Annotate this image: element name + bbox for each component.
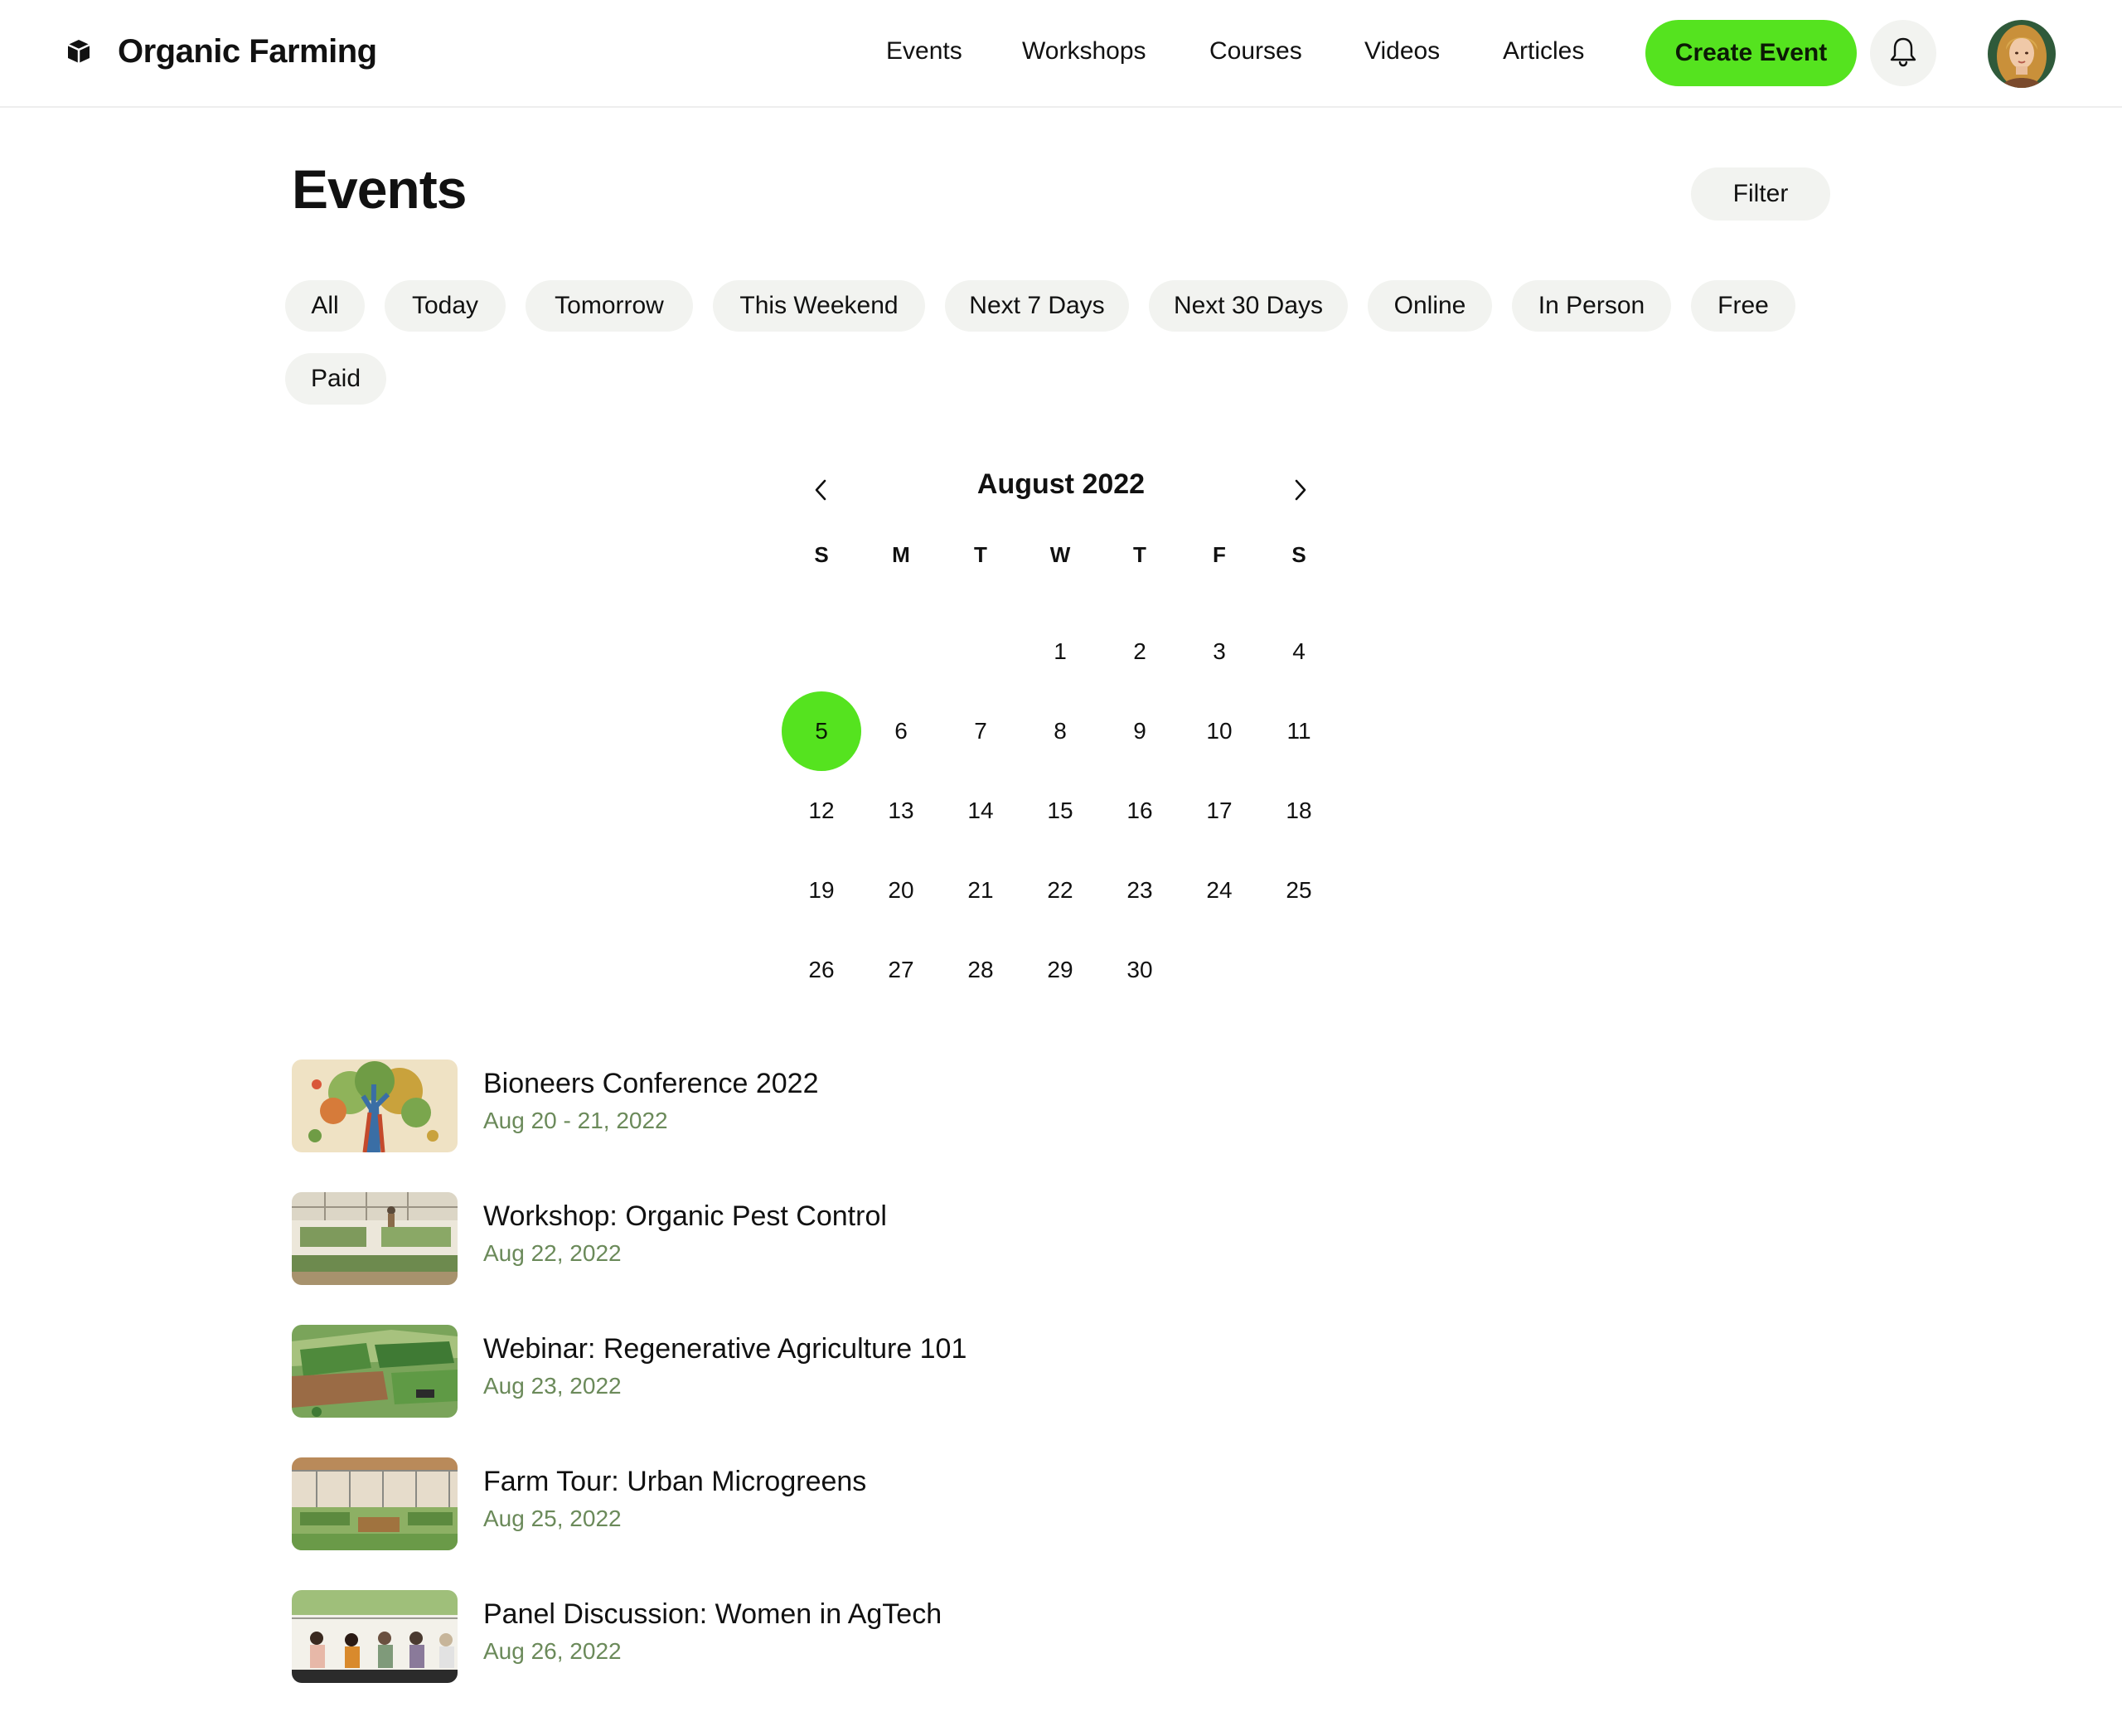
event-title: Panel Discussion: Women in AgTech xyxy=(483,1598,942,1630)
calendar-day[interactable]: 18 xyxy=(1259,771,1339,851)
calendar-day[interactable]: 23 xyxy=(1100,851,1180,930)
weekday-label: S xyxy=(1291,542,1306,567)
event-date: Aug 22, 2022 xyxy=(483,1240,622,1266)
calendar-day[interactable]: 25 xyxy=(1259,851,1339,930)
chip-next-7-days[interactable]: Next 7 Days xyxy=(945,280,1129,332)
chip-all[interactable]: All xyxy=(285,280,365,332)
prev-month-button[interactable] xyxy=(797,467,846,516)
calendar-day[interactable]: 17 xyxy=(1180,771,1259,851)
calendar-day[interactable]: 28 xyxy=(941,930,1020,1010)
brand[interactable]: Organic Farming xyxy=(65,28,377,75)
weekday-label: T xyxy=(1133,542,1146,567)
chip-paid[interactable]: Paid xyxy=(285,353,386,405)
event-thumbnail xyxy=(292,1060,458,1152)
calendar-day[interactable]: 9 xyxy=(1100,691,1180,771)
weekday-label: T xyxy=(974,542,987,567)
event-title: Webinar: Regenerative Agriculture 101 xyxy=(483,1333,967,1365)
event-date: Aug 20 - 21, 2022 xyxy=(483,1108,668,1133)
next-month-button[interactable] xyxy=(1275,467,1325,516)
event-item[interactable]: Bioneers Conference 2022 Aug 20 - 21, 20… xyxy=(292,1060,1038,1152)
calendar-day[interactable]: 29 xyxy=(1020,930,1100,1010)
chip-free[interactable]: Free xyxy=(1691,280,1795,332)
calendar-day[interactable]: 13 xyxy=(861,771,941,851)
top-navbar: Organic Farming Events Workshops Courses… xyxy=(0,0,2122,108)
page-title: Events xyxy=(292,158,467,220)
weekday-label: F xyxy=(1213,542,1226,567)
calendar-day[interactable]: 4 xyxy=(1259,612,1339,691)
event-thumbnail xyxy=(292,1325,458,1418)
nav-link-workshops[interactable]: Workshops xyxy=(1022,30,1146,73)
event-date: Aug 25, 2022 xyxy=(483,1506,622,1531)
event-item[interactable]: Webinar: Regenerative Agriculture 101 Au… xyxy=(292,1325,1038,1418)
event-item[interactable]: Panel Discussion: Women in AgTech Aug 26… xyxy=(292,1590,1038,1683)
calendar-day[interactable]: 16 xyxy=(1100,771,1180,851)
calendar-day[interactable]: 12 xyxy=(782,771,861,851)
event-date: Aug 23, 2022 xyxy=(483,1373,622,1399)
calendar-day[interactable]: 2 xyxy=(1100,612,1180,691)
nav-link-videos[interactable]: Videos xyxy=(1364,30,1440,73)
chip-this-weekend[interactable]: This Weekend xyxy=(713,280,925,332)
event-title: Bioneers Conference 2022 xyxy=(483,1068,819,1099)
filter-button[interactable]: Filter xyxy=(1691,167,1830,221)
calendar-month-label: August 2022 xyxy=(976,468,1146,500)
calendar-day[interactable]: 8 xyxy=(1020,691,1100,771)
event-thumbnail xyxy=(292,1457,458,1550)
weekday-label: S xyxy=(814,542,829,567)
chip-online[interactable]: Online xyxy=(1368,280,1492,332)
calendar-day[interactable]: 6 xyxy=(861,691,941,771)
chevron-right-icon xyxy=(1290,478,1310,507)
weekday-label: M xyxy=(892,542,910,567)
event-date: Aug 26, 2022 xyxy=(483,1638,622,1664)
event-title: Workshop: Organic Pest Control xyxy=(483,1200,887,1232)
event-item[interactable]: Farm Tour: Urban Microgreens Aug 25, 202… xyxy=(292,1457,1038,1550)
chevron-left-icon xyxy=(811,478,831,507)
calendar-day[interactable]: 26 xyxy=(782,930,861,1010)
chip-in-person[interactable]: In Person xyxy=(1512,280,1671,332)
chip-next-30-days[interactable]: Next 30 Days xyxy=(1149,280,1348,332)
brand-name: Organic Farming xyxy=(118,32,377,70)
calendar-day[interactable]: 10 xyxy=(1180,691,1259,771)
calendar-day[interactable]: 22 xyxy=(1020,851,1100,930)
cube-icon xyxy=(65,37,93,65)
calendar-day[interactable]: 3 xyxy=(1180,612,1259,691)
calendar-day[interactable]: 27 xyxy=(861,930,941,1010)
calendar-day[interactable]: 1 xyxy=(1020,612,1100,691)
user-avatar[interactable] xyxy=(1988,20,2056,88)
create-event-button[interactable]: Create Event xyxy=(1645,20,1857,86)
notifications-button[interactable] xyxy=(1870,20,1936,86)
nav-link-courses[interactable]: Courses xyxy=(1209,30,1302,73)
calendar-day[interactable]: 20 xyxy=(861,851,941,930)
weekday-label: W xyxy=(1049,542,1071,567)
event-thumbnail xyxy=(292,1590,458,1683)
calendar-day[interactable]: 15 xyxy=(1020,771,1100,851)
event-item[interactable]: Workshop: Organic Pest Control Aug 22, 2… xyxy=(292,1192,1038,1285)
bell-icon xyxy=(1888,36,1918,71)
chip-tomorrow[interactable]: Tomorrow xyxy=(526,280,693,332)
nav-link-events[interactable]: Events xyxy=(886,30,962,73)
calendar-day[interactable]: 21 xyxy=(941,851,1020,930)
calendar-day[interactable]: 24 xyxy=(1180,851,1259,930)
calendar-day[interactable]: 14 xyxy=(941,771,1020,851)
calendar-day-selected[interactable]: 5 xyxy=(782,691,861,771)
calendar-day[interactable]: 11 xyxy=(1259,691,1339,771)
calendar-day[interactable]: 7 xyxy=(941,691,1020,771)
calendar-day[interactable]: 30 xyxy=(1100,930,1180,1010)
event-thumbnail xyxy=(292,1192,458,1285)
chip-today[interactable]: Today xyxy=(385,280,506,332)
event-title: Farm Tour: Urban Microgreens xyxy=(483,1466,867,1497)
nav-link-articles[interactable]: Articles xyxy=(1503,30,1584,73)
calendar-day[interactable]: 19 xyxy=(782,851,861,930)
